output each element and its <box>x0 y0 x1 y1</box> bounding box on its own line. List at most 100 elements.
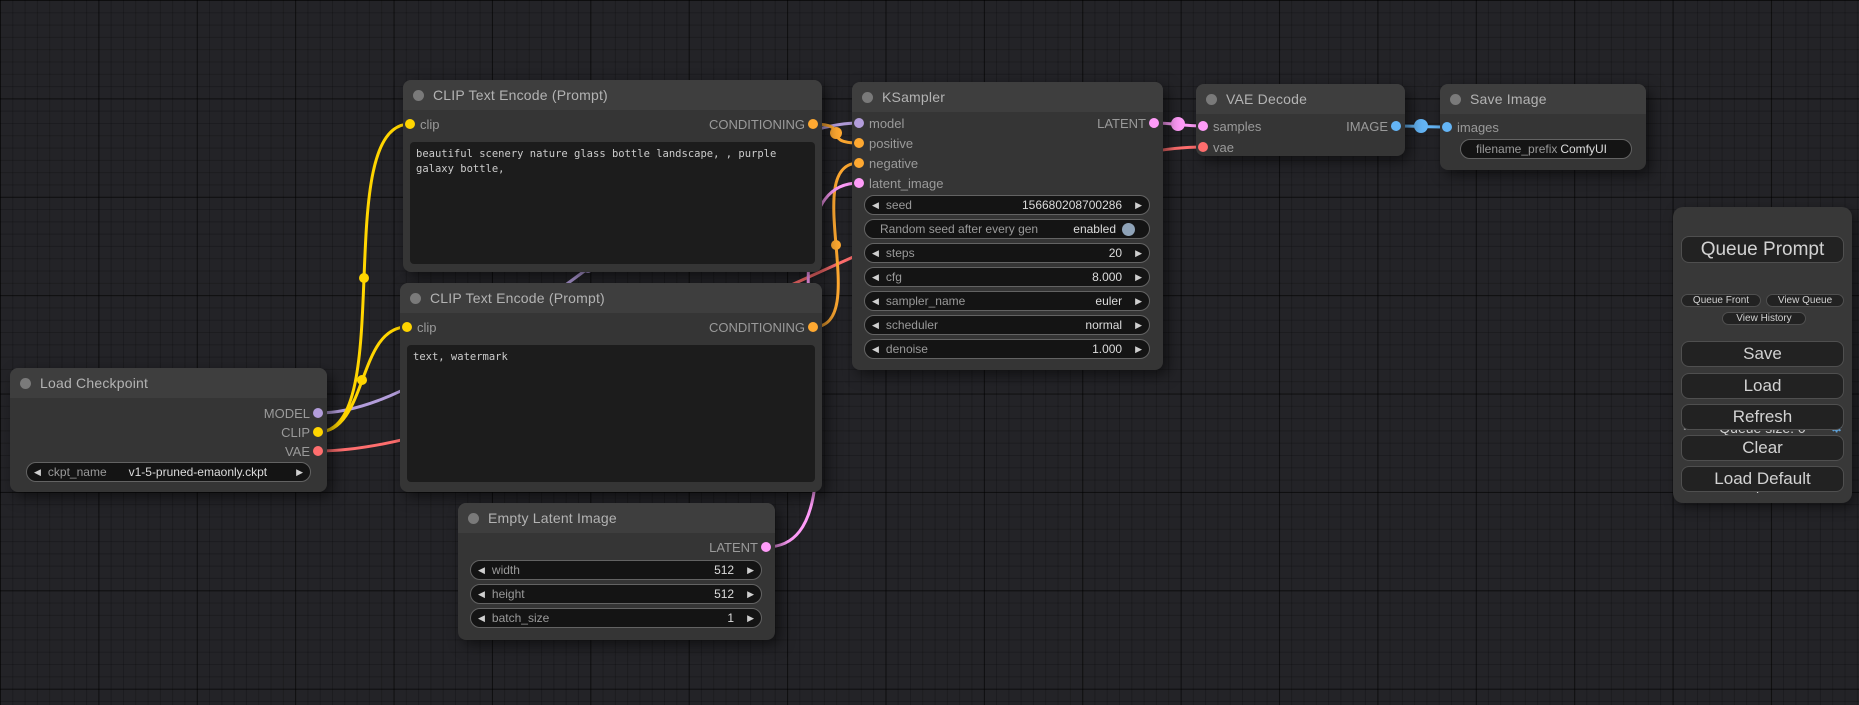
increment-arrow-icon[interactable]: ▶ <box>1128 296 1149 307</box>
queue-front-button[interactable]: Queue Front <box>1681 294 1761 307</box>
increment-arrow-icon[interactable]: ▶ <box>289 467 310 478</box>
decrement-arrow-icon[interactable]: ◀ <box>865 344 886 355</box>
increment-arrow-icon[interactable]: ▶ <box>1128 344 1149 355</box>
conditioning-output-dot-icon[interactable] <box>808 322 818 332</box>
decrement-arrow-icon[interactable]: ◀ <box>865 320 886 331</box>
collapse-dot-icon[interactable] <box>410 293 421 304</box>
node-title-bar[interactable]: Save Image <box>1440 84 1646 114</box>
widget-height[interactable]: ◀ height 512 ▶ <box>470 584 762 604</box>
decrement-arrow-icon[interactable]: ◀ <box>865 200 886 211</box>
load-default-button[interactable]: Load Default <box>1681 466 1844 492</box>
widget-batch-size[interactable]: ◀ batch_size 1 ▶ <box>470 608 762 628</box>
increment-arrow-icon[interactable]: ▶ <box>740 589 761 600</box>
view-history-button[interactable]: View History <box>1722 312 1806 325</box>
widget-steps[interactable]: ◀ steps 20 ▶ <box>864 243 1150 263</box>
latent-output-dot-icon[interactable] <box>761 542 771 552</box>
decrement-arrow-icon[interactable]: ◀ <box>471 565 492 576</box>
load-button[interactable]: Load <box>1681 373 1844 399</box>
collapse-dot-icon[interactable] <box>468 513 479 524</box>
latent-input-dot-icon[interactable] <box>1198 121 1208 131</box>
node-vae-decode[interactable]: VAE Decode samples vae IMAGE <box>1196 84 1405 156</box>
widget-sampler-name[interactable]: ◀ sampler_name euler ▶ <box>864 291 1150 311</box>
collapse-dot-icon[interactable] <box>1450 94 1461 105</box>
view-queue-button[interactable]: View Queue <box>1766 294 1844 307</box>
input-slot-model[interactable]: model <box>852 113 904 133</box>
refresh-button[interactable]: Refresh <box>1681 404 1844 430</box>
conditioning-output-dot-icon[interactable] <box>808 119 818 129</box>
model-input-dot-icon[interactable] <box>854 118 864 128</box>
input-slot-latent-image[interactable]: latent_image <box>852 173 943 193</box>
node-title-bar[interactable]: CLIP Text Encode (Prompt) <box>403 80 822 110</box>
node-load-checkpoint[interactable]: Load Checkpoint MODEL CLIP VAE ◀ ckpt_na… <box>10 368 327 492</box>
comfyui-canvas[interactable]: { "colors": { "model": "#B39DDB", "clip"… <box>0 0 1859 705</box>
output-slot-vae[interactable]: VAE <box>285 441 327 461</box>
prompt-textarea[interactable]: beautiful scenery nature glass bottle la… <box>410 142 815 264</box>
clip-input-dot-icon[interactable] <box>405 119 415 129</box>
node-title-bar[interactable]: Empty Latent Image <box>458 503 775 533</box>
queue-prompt-button[interactable]: Queue Prompt <box>1681 236 1844 263</box>
node-title-bar[interactable]: VAE Decode <box>1196 84 1405 114</box>
conditioning-input-dot-icon[interactable] <box>854 138 864 148</box>
collapse-dot-icon[interactable] <box>1206 94 1217 105</box>
input-slot-positive[interactable]: positive <box>852 133 913 153</box>
node-clip-text-encode-positive[interactable]: CLIP Text Encode (Prompt) clip CONDITION… <box>403 80 822 272</box>
widget-cfg[interactable]: ◀ cfg 8.000 ▶ <box>864 267 1150 287</box>
collapse-dot-icon[interactable] <box>413 90 424 101</box>
prompt-textarea[interactable]: text, watermark <box>407 345 815 482</box>
latent-input-dot-icon[interactable] <box>854 178 864 188</box>
clear-button[interactable]: Clear <box>1681 435 1844 461</box>
increment-arrow-icon[interactable]: ▶ <box>1128 200 1149 211</box>
increment-arrow-icon[interactable]: ▶ <box>740 565 761 576</box>
vae-input-dot-icon[interactable] <box>1198 142 1208 152</box>
node-empty-latent-image[interactable]: Empty Latent Image LATENT ◀ width 512 ▶ … <box>458 503 775 640</box>
toggle-circle-icon[interactable] <box>1122 223 1135 236</box>
node-title-bar[interactable]: CLIP Text Encode (Prompt) <box>400 283 822 313</box>
widget-seed[interactable]: ◀ seed 156680208700286 ▶ <box>864 195 1150 215</box>
input-slot-clip[interactable]: clip <box>400 317 437 337</box>
decrement-arrow-icon[interactable]: ◀ <box>865 272 886 283</box>
node-ksampler[interactable]: KSampler model positive negative latent_… <box>852 82 1163 370</box>
image-output-dot-icon[interactable] <box>1391 121 1401 131</box>
output-slot-conditioning[interactable]: CONDITIONING <box>709 114 822 134</box>
decrement-arrow-icon[interactable]: ◀ <box>27 467 48 478</box>
increment-arrow-icon[interactable]: ▶ <box>1128 320 1149 331</box>
clip-input-dot-icon[interactable] <box>402 322 412 332</box>
output-slot-latent[interactable]: LATENT <box>1097 113 1163 133</box>
increment-arrow-icon[interactable]: ▶ <box>1128 248 1149 259</box>
widget-random-seed-toggle[interactable]: Random seed after every gen enabled <box>864 219 1150 239</box>
collapse-dot-icon[interactable] <box>862 92 873 103</box>
save-button[interactable]: Save <box>1681 341 1844 367</box>
image-input-dot-icon[interactable] <box>1442 122 1452 132</box>
conditioning-input-dot-icon[interactable] <box>854 158 864 168</box>
input-slot-samples[interactable]: samples <box>1196 116 1261 136</box>
input-slot-clip[interactable]: clip <box>403 114 440 134</box>
output-slot-latent[interactable]: LATENT <box>709 537 775 557</box>
widget-ckpt-name[interactable]: ◀ ckpt_name v1-5-pruned-emaonly.ckpt ▶ <box>26 462 311 482</box>
input-slot-images[interactable]: images <box>1440 117 1499 137</box>
node-save-image[interactable]: Save Image images filename_prefix ComfyU… <box>1440 84 1646 170</box>
node-clip-text-encode-negative[interactable]: CLIP Text Encode (Prompt) clip CONDITION… <box>400 283 822 492</box>
collapse-dot-icon[interactable] <box>20 378 31 389</box>
increment-arrow-icon[interactable]: ▶ <box>740 613 761 624</box>
output-slot-image[interactable]: IMAGE <box>1346 116 1405 136</box>
decrement-arrow-icon[interactable]: ◀ <box>865 296 886 307</box>
decrement-arrow-icon[interactable]: ◀ <box>471 589 492 600</box>
input-slot-negative[interactable]: negative <box>852 153 918 173</box>
input-slot-vae[interactable]: vae <box>1196 137 1234 157</box>
model-output-dot-icon[interactable] <box>313 408 323 418</box>
latent-output-dot-icon[interactable] <box>1149 118 1159 128</box>
vae-output-dot-icon[interactable] <box>313 446 323 456</box>
widget-scheduler[interactable]: ◀ scheduler normal ▶ <box>864 315 1150 335</box>
widget-denoise[interactable]: ◀ denoise 1.000 ▶ <box>864 339 1150 359</box>
output-slot-conditioning[interactable]: CONDITIONING <box>709 317 822 337</box>
decrement-arrow-icon[interactable]: ◀ <box>471 613 492 624</box>
widget-width[interactable]: ◀ width 512 ▶ <box>470 560 762 580</box>
node-title-bar[interactable]: Load Checkpoint <box>10 368 327 398</box>
decrement-arrow-icon[interactable]: ◀ <box>865 248 886 259</box>
output-slot-clip[interactable]: CLIP <box>281 422 327 442</box>
increment-arrow-icon[interactable]: ▶ <box>1128 272 1149 283</box>
output-slot-model[interactable]: MODEL <box>264 403 327 423</box>
node-title-bar[interactable]: KSampler <box>852 82 1163 112</box>
clip-output-dot-icon[interactable] <box>313 427 323 437</box>
widget-filename-prefix[interactable]: filename_prefix ComfyUI <box>1460 139 1632 159</box>
